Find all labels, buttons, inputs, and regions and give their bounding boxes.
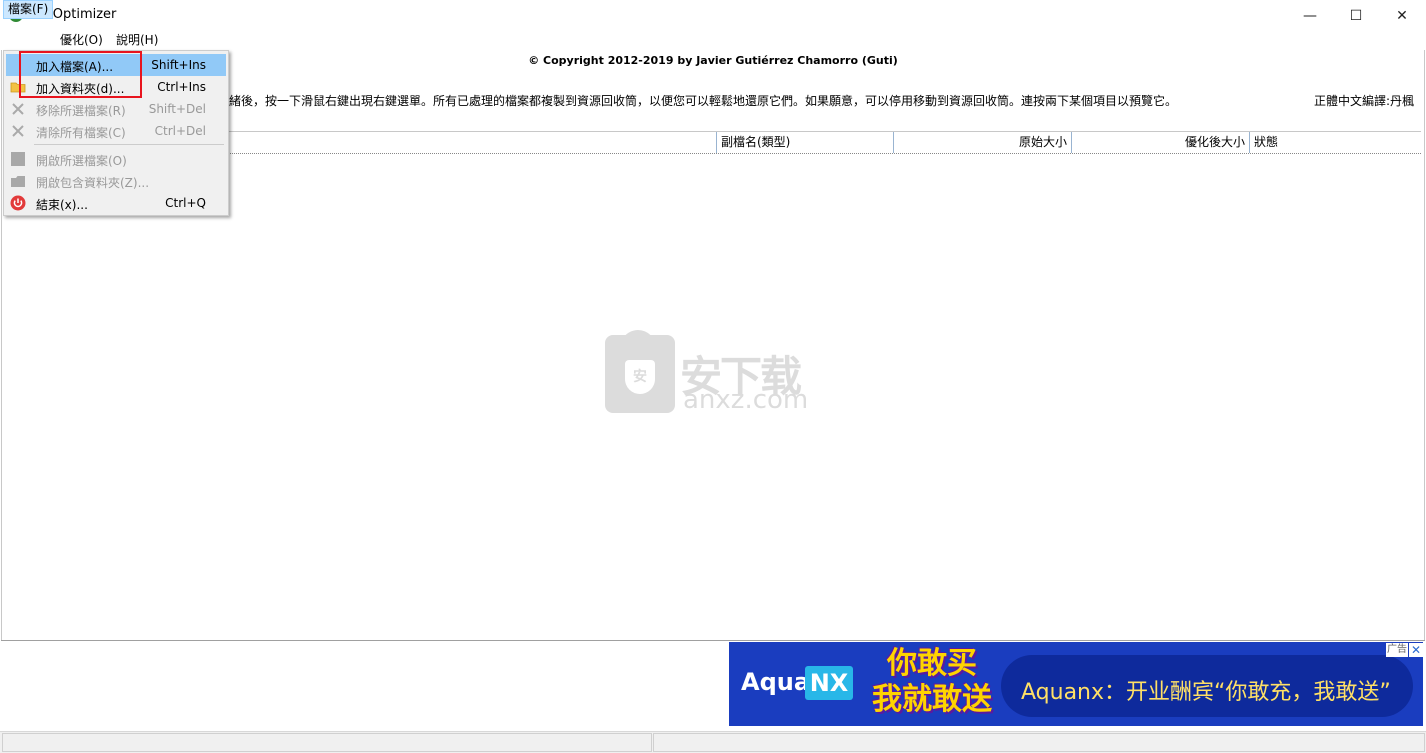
clear-icon: [10, 123, 26, 139]
ad-label: 广告: [1386, 643, 1408, 657]
column-header-optimized-size[interactable]: 優化後大小: [1072, 132, 1250, 153]
menu-help[interactable]: 說明(H): [112, 31, 162, 50]
power-icon: [10, 195, 26, 211]
menu-item-exit[interactable]: 結束(x)... Ctrl+Q: [6, 192, 226, 214]
ad-slogan: Aquanx：开业酬宾“你敢充，我敢送”: [1021, 680, 1391, 705]
menu-optimize[interactable]: 優化(O): [56, 31, 107, 50]
menu-item-label: 清除所有檔案(C): [36, 126, 126, 140]
ad-banner[interactable]: Aqua NX 你敢买 我就敢送 Aquanx：开业酬宾“你敢充，我敢送”: [729, 642, 1423, 726]
watermark-shield-icon: 安: [625, 360, 655, 394]
ad-close-icon[interactable]: ✕: [1409, 643, 1423, 657]
menu-item-shortcut: Ctrl+Ins: [157, 80, 206, 94]
menu-bar: [0, 31, 1426, 50]
ad-promo-line1: 你敢买: [887, 646, 977, 681]
menu-item-open-selected[interactable]: 開啟所選檔案(O): [6, 148, 226, 170]
translator-credit: 正體中文編譯:丹楓: [1313, 94, 1414, 108]
instructions-text: 緒後，按一下滑鼠右鍵出現右鍵選單。所有已處理的檔案都複製到資源回收筒，以便您可以…: [229, 94, 1178, 108]
menu-item-shortcut: Shift+Ins: [151, 58, 206, 72]
menu-item-label: 開啟包含資料夾(Z)...: [36, 176, 150, 190]
menu-item-clear-all[interactable]: 清除所有檔案(C) Ctrl+Del: [6, 120, 226, 142]
minimize-button[interactable]: —: [1287, 0, 1333, 31]
close-button[interactable]: ✕: [1379, 0, 1425, 31]
title-bar: [0, 0, 1426, 31]
remove-icon: [10, 101, 26, 117]
menu-item-shortcut: Shift+Del: [148, 102, 206, 116]
open-folder-icon: [10, 173, 26, 189]
status-panel-left: [2, 733, 652, 752]
watermark-domain-text: anxz.com: [683, 385, 809, 415]
frame-border-right: [1424, 50, 1425, 640]
progress-bar: [653, 733, 1425, 752]
menu-file[interactable]: 檔案(F): [3, 0, 54, 19]
menu-item-label: 移除所選檔案(R): [36, 104, 126, 118]
maximize-button[interactable]: ☐: [1333, 0, 1379, 31]
column-header-status[interactable]: 狀態: [1250, 132, 1421, 153]
open-file-icon: [10, 151, 26, 167]
ad-brand-nx: NX: [805, 666, 853, 700]
annotation-highlight-box: [19, 51, 142, 98]
ad-brand-aqua: Aqua: [741, 668, 811, 696]
menu-separator: [34, 144, 224, 145]
menu-item-label: 結束(x)...: [36, 198, 88, 212]
menu-item-shortcut: Ctrl+Del: [154, 124, 206, 138]
menu-item-shortcut: Ctrl+Q: [165, 196, 206, 210]
list-bottom-border: [1, 640, 1425, 641]
ad-promo-text: 你敢买 我就敢送: [865, 646, 999, 722]
frame-border-left: [1, 50, 2, 640]
ad-promo-line2: 我就敢送: [872, 682, 992, 717]
column-header-extension[interactable]: 副檔名(類型): [717, 132, 894, 153]
menu-item-open-folder[interactable]: 開啟包含資料夾(Z)...: [6, 170, 226, 192]
column-header-original-size[interactable]: 原始大小: [894, 132, 1072, 153]
menu-item-label: 開啟所選檔案(O): [36, 154, 127, 168]
menu-item-remove-selected[interactable]: 移除所選檔案(R) Shift+Del: [6, 98, 226, 120]
